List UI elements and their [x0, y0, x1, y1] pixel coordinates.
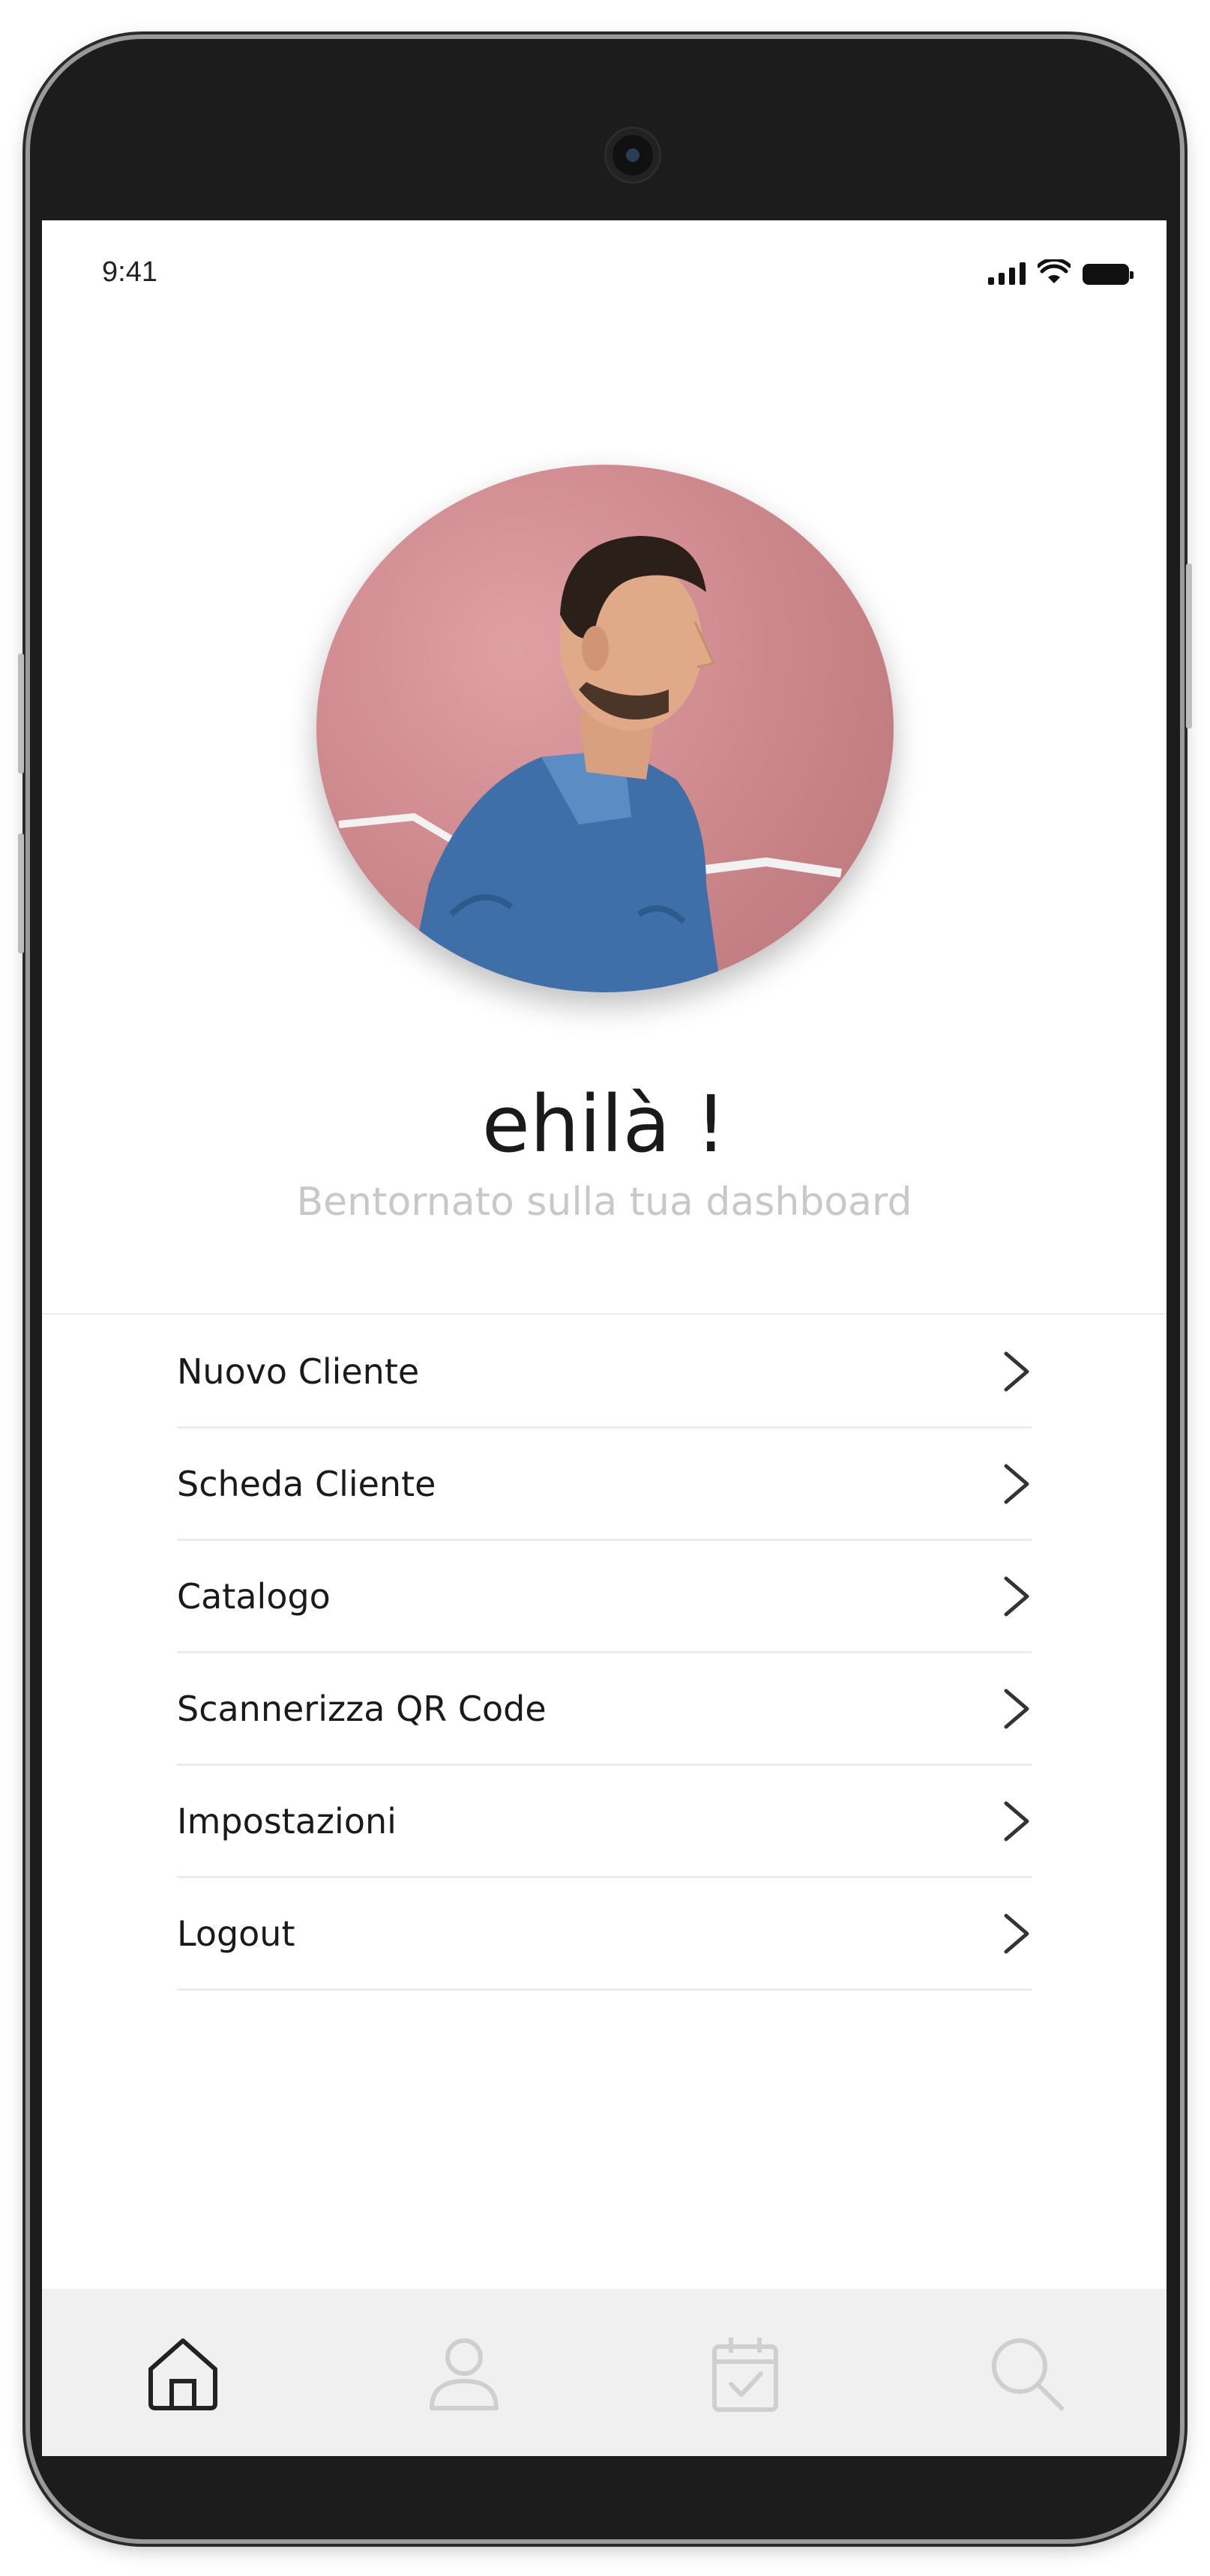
menu-item-label: Catalogo — [177, 1575, 331, 1617]
calendar-check-icon — [711, 2337, 778, 2412]
menu-item-nuovo-cliente[interactable]: Nuovo Cliente — [177, 1316, 1032, 1429]
menu-item-label: Impostazioni — [177, 1800, 397, 1841]
side-button — [1186, 564, 1192, 729]
greeting-subtitle: Bentornato sulla tua dashboard — [296, 1180, 912, 1225]
side-button — [18, 833, 24, 953]
menu-item-label: Scannerizza QR Code — [177, 1688, 547, 1729]
chevron-right-icon — [1004, 1576, 1029, 1616]
chevron-right-icon — [1004, 1351, 1029, 1391]
home-icon — [148, 2338, 217, 2410]
front-camera — [606, 129, 659, 181]
status-icons — [988, 259, 1134, 285]
avatar[interactable] — [316, 465, 894, 992]
chevron-right-icon — [1004, 1464, 1029, 1503]
menu-item-label: Logout — [177, 1913, 295, 1954]
app-screen: 9:41 ehilà ! Bentornato sulla tua dashbo… — [42, 220, 1167, 2456]
tab-calendar[interactable] — [700, 2328, 790, 2418]
chevron-right-icon — [1004, 1801, 1029, 1841]
tab-profile[interactable] — [419, 2328, 509, 2418]
menu-item-label: Scheda Cliente — [177, 1463, 436, 1504]
chevron-right-icon — [1004, 1913, 1029, 1953]
user-icon — [429, 2338, 499, 2410]
dashboard-menu: Nuovo Cliente Scheda Cliente Catalogo Sc… — [177, 1316, 1032, 1991]
menu-item-catalogo[interactable]: Catalogo — [177, 1541, 1032, 1653]
greeting-title: ehilà ! — [481, 1079, 727, 1170]
side-button — [18, 654, 24, 773]
menu-item-scheda-cliente[interactable]: Scheda Cliente — [177, 1429, 1032, 1541]
menu-item-label: Nuovo Cliente — [177, 1351, 420, 1392]
menu-item-scannerizza-qr-code[interactable]: Scannerizza QR Code — [177, 1653, 1032, 1766]
chevron-right-icon — [1004, 1689, 1029, 1728]
wifi-icon — [1038, 259, 1071, 283]
battery-icon — [1083, 264, 1134, 285]
tab-home[interactable] — [138, 2328, 228, 2418]
menu-item-impostazioni[interactable]: Impostazioni — [177, 1766, 1032, 1878]
tab-search[interactable] — [981, 2328, 1071, 2418]
profile-photo — [338, 536, 842, 992]
status-time: 9:41 — [102, 256, 157, 288]
signal-icon — [988, 261, 1026, 285]
divider — [42, 1313, 1167, 1315]
search-icon — [991, 2338, 1064, 2410]
bottom-tab-bar — [42, 2289, 1167, 2456]
menu-item-logout[interactable]: Logout — [177, 1878, 1032, 1991]
